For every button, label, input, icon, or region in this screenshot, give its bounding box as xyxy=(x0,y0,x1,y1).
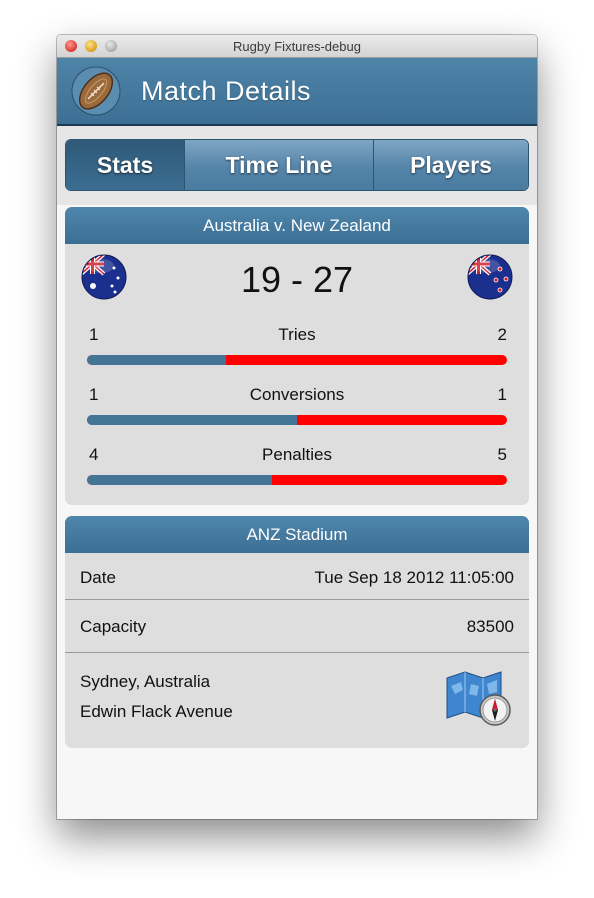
stat-away-value: 1 xyxy=(497,385,507,404)
stat-comparison-bar xyxy=(87,475,507,485)
row-divider xyxy=(65,652,529,653)
stat-label: Penalties xyxy=(262,445,332,464)
stat-label: Tries xyxy=(278,325,316,344)
stat-comparison-bar xyxy=(87,355,507,365)
stat-row-tries: 1 Tries 2 xyxy=(87,325,507,375)
capacity-label: Capacity xyxy=(80,617,147,636)
rugby-ball-icon xyxy=(71,66,121,116)
home-share-fill xyxy=(87,415,297,425)
app-window: Rugby Fixtures-debug Match Details Stats… xyxy=(57,35,537,819)
new-zealand-flag-icon xyxy=(467,254,513,300)
tab-players[interactable]: Players xyxy=(373,140,528,190)
date-label: Date xyxy=(80,568,116,587)
stat-label: Conversions xyxy=(249,385,345,404)
map-compass-icon[interactable] xyxy=(443,668,515,728)
capacity-value: 83500 xyxy=(466,617,514,636)
tab-time-line[interactable]: Time Line xyxy=(184,140,373,190)
tab-bar-container: Stats Time Line Players xyxy=(57,126,537,205)
row-divider xyxy=(65,599,529,600)
match-title: Australia v. New Zealand xyxy=(65,207,529,244)
date-value: Tue Sep 18 2012 11:05:00 xyxy=(314,568,514,587)
page-title: Match Details xyxy=(141,76,312,106)
stat-away-value: 5 xyxy=(497,445,507,464)
home-share-fill xyxy=(87,355,226,365)
home-share-fill xyxy=(87,475,272,485)
stat-comparison-bar xyxy=(87,415,507,425)
segmented-tabs: Stats Time Line Players xyxy=(65,139,529,191)
app-header: Match Details xyxy=(57,58,537,126)
venue-card: ANZ Stadium Date Tue Sep 18 2012 11:05:0… xyxy=(65,516,529,748)
match-score: 19 - 27 xyxy=(240,259,354,300)
address-street: Edwin Flack Avenue xyxy=(80,702,233,721)
match-stats-card: Australia v. New Zealand 19 - 27 1 Tries… xyxy=(65,207,529,505)
stat-row-penalties: 4 Penalties 5 xyxy=(87,445,507,495)
stat-away-value: 2 xyxy=(497,325,507,344)
address-city: Sydney, Australia xyxy=(80,672,211,691)
title-bar: Rugby Fixtures-debug xyxy=(57,35,537,58)
venue-name: ANZ Stadium xyxy=(65,516,529,553)
tab-stats[interactable]: Stats xyxy=(66,140,184,190)
stat-row-conversions: 1 Conversions 1 xyxy=(87,385,507,435)
window-title: Rugby Fixtures-debug xyxy=(233,39,361,54)
